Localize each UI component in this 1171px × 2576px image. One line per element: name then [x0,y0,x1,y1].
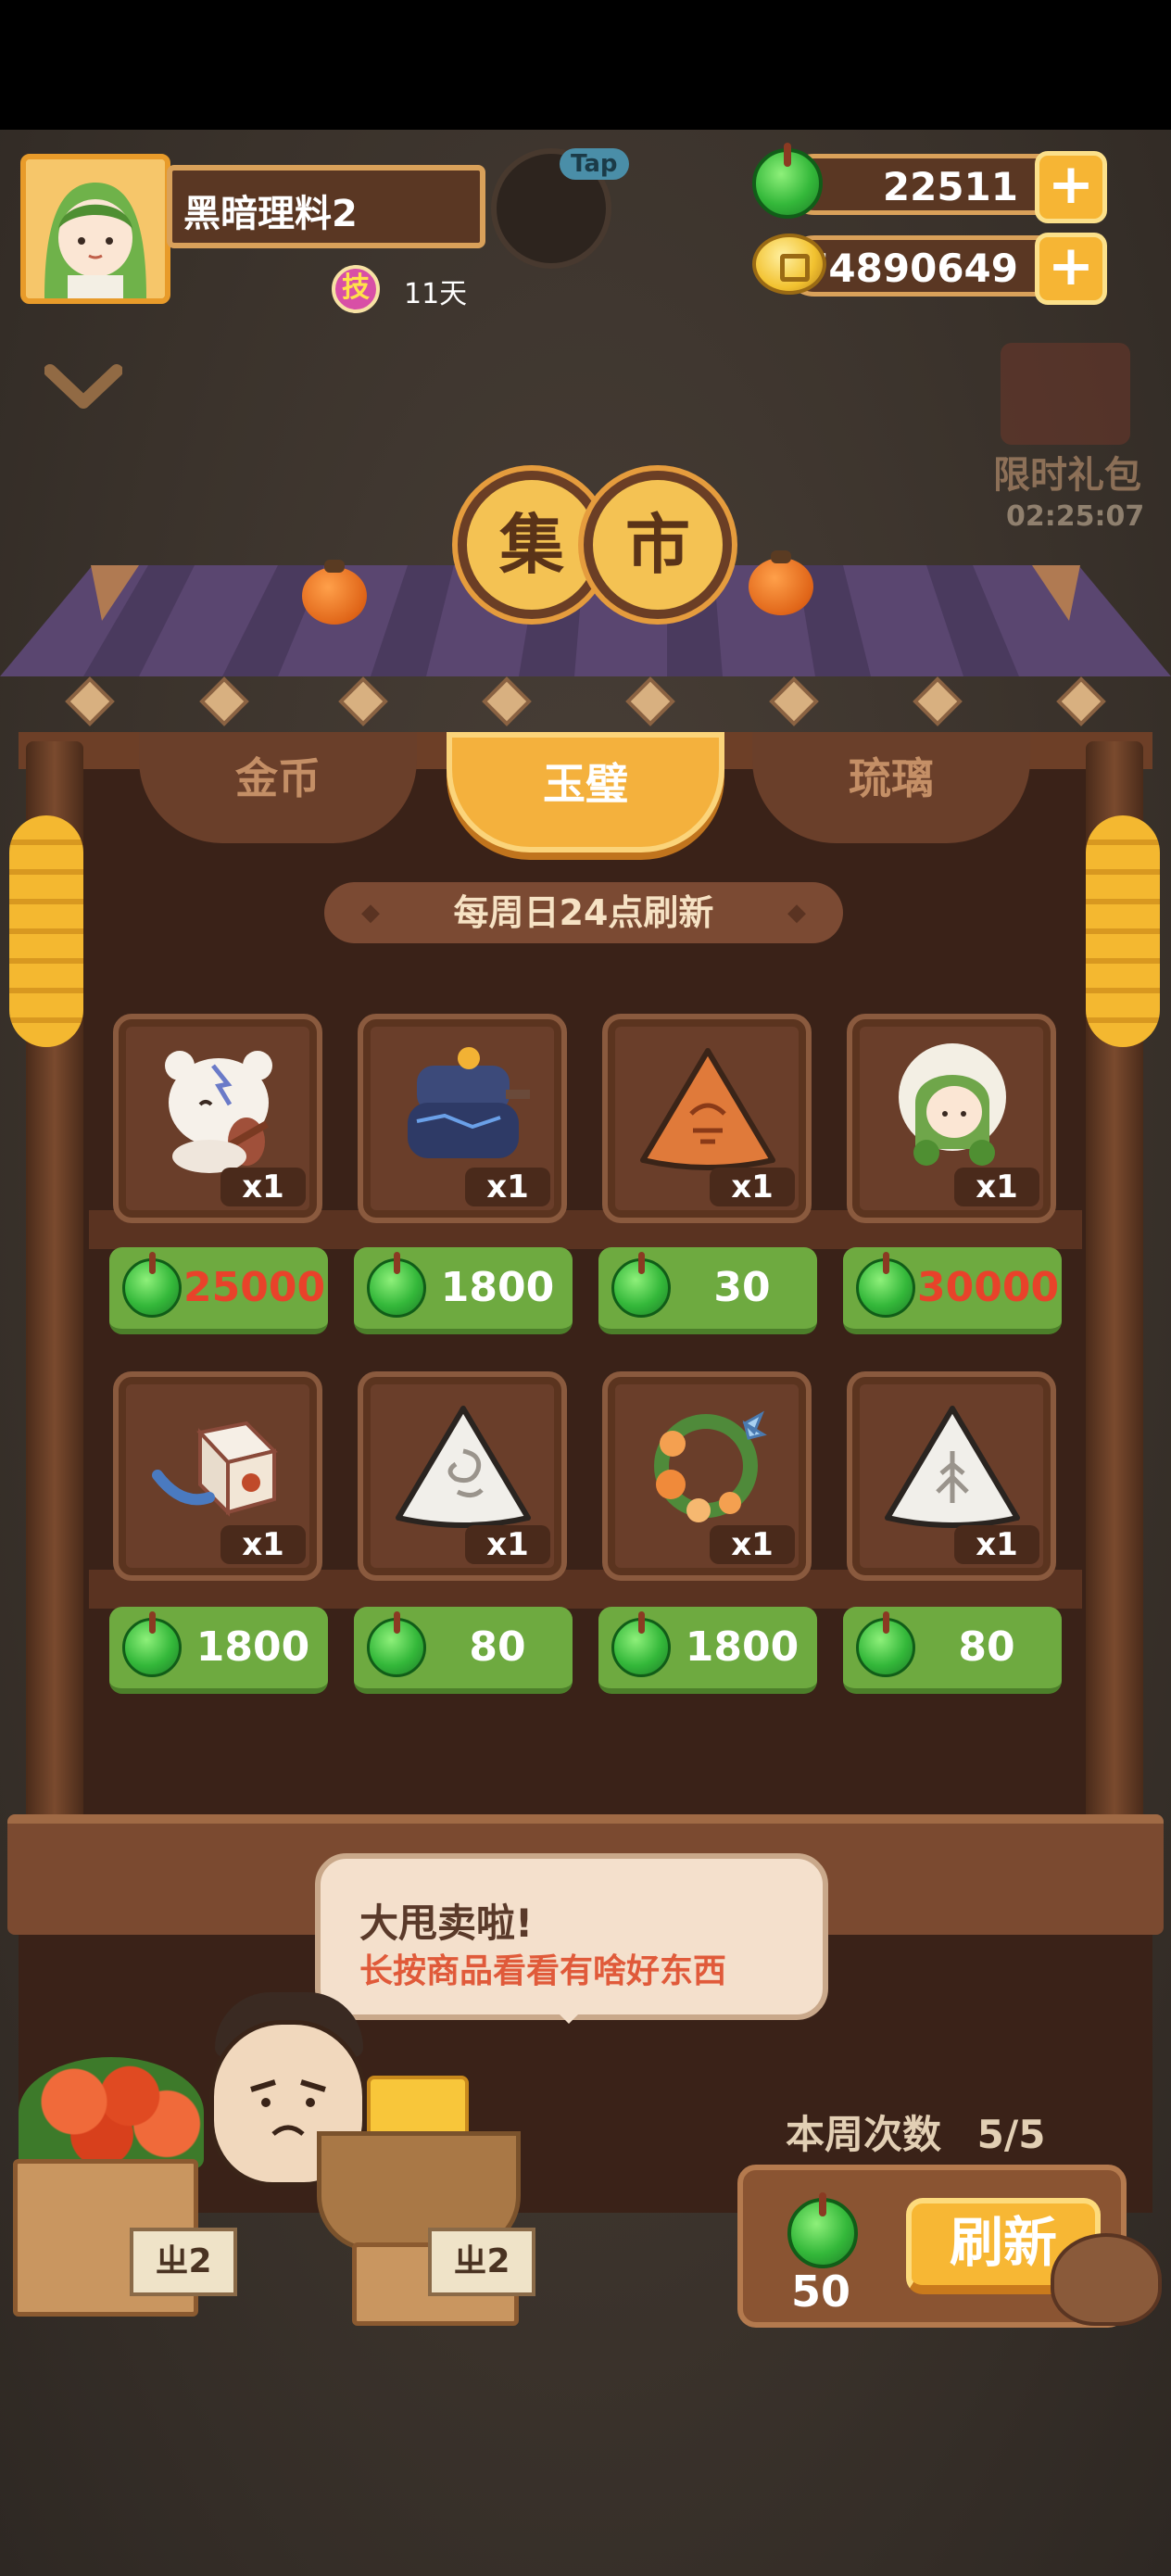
item-price: 80 [958,1623,1015,1671]
jade-icon [752,143,823,219]
jade-icon [367,1611,426,1677]
item-card-wreath[interactable]: x1 [602,1371,812,1581]
dice-toy-icon [152,1421,278,1517]
add-gold-button[interactable]: + [1035,233,1107,305]
gift-timer: 02:25:07 [1006,500,1145,533]
buy-button[interactable]: 1800 [598,1607,817,1694]
jade-currency: 22511 + [784,151,1107,223]
item-price: 30 [713,1264,771,1311]
buy-button[interactable]: 1800 [354,1247,573,1334]
item-price: 30000 [917,1264,1060,1311]
gold-currency: 74890649 + [784,233,1107,305]
item-card-white-riceball-leaf[interactable]: x1 [847,1371,1056,1581]
week-count-value: 5/5 [976,2112,1046,2157]
jade-icon [367,1252,426,1318]
jade-icon [122,1252,182,1318]
item-price: 1800 [195,1623,310,1671]
corn-decoration [1086,815,1160,1047]
item-card-dice[interactable]: x1 [113,1371,322,1581]
buy-button[interactable]: 30000 [843,1247,1062,1334]
player-name: 黑暗理料2 [167,165,485,248]
item-card-white-riceball-swirl[interactable]: x1 [358,1371,567,1581]
price-tag-right: ㄓ2 [428,2228,535,2296]
gold-amount: 74890649 [801,246,1018,291]
item-card-green-girl[interactable]: x1 [847,1014,1056,1223]
persimmon-decoration [302,560,367,625]
jade-amount: 22511 [882,164,1018,209]
mascot-pet-icon[interactable] [1051,2233,1162,2326]
item-qty: x1 [465,1168,550,1206]
persimmon-decoration [749,550,813,615]
weekly-refresh-count: 本周次数 5/5 [786,2103,1045,2160]
buy-button[interactable]: 25000 [109,1247,328,1334]
refresh-cost: 50 [791,2267,851,2317]
chevron-down-icon[interactable] [44,361,122,417]
item-qty: x1 [220,1168,306,1206]
status-bar [0,0,1171,130]
week-label: 本周次数 [786,2112,942,2157]
price-tag-left: ㄓ2 [130,2228,237,2296]
jade-icon [611,1611,671,1677]
item-card-orange-riceball[interactable]: x1 [602,1014,812,1223]
skill-days: 11天 [404,278,468,310]
item-price: 25000 [183,1264,326,1311]
skill-icon[interactable]: 技 [332,265,380,313]
refresh-schedule-note: 每周日24点刷新 [324,882,843,943]
tomato-pile [19,2057,204,2168]
item-qty: x1 [954,1525,1039,1564]
market-title-char-2: 市 [584,471,732,619]
buy-button[interactable]: 1800 [109,1607,328,1694]
jade-icon [122,1611,182,1677]
orange-rice-ball-icon [640,1048,775,1170]
jade-icon [787,2192,858,2268]
item-price: 1800 [685,1623,800,1671]
item-card-bear[interactable]: x1 [113,1014,322,1223]
blue-stone-mill-icon [408,1047,530,1158]
speech-line-2: 长按商品看看有啥好东西 [359,1952,727,1990]
buy-button[interactable]: 30 [598,1247,817,1334]
gold-coin-icon [752,234,826,295]
gift-box-icon[interactable] [1001,343,1130,445]
vendor-speech-bubble: 大甩卖啦! 长按商品看看有啥好东西 [315,1853,828,2024]
item-price: 80 [469,1623,526,1671]
buy-button[interactable]: 80 [843,1607,1062,1694]
item-price: 1800 [440,1264,555,1311]
jade-icon [856,1252,915,1318]
item-card-mill[interactable]: x1 [358,1014,567,1223]
buy-button[interactable]: 80 [354,1607,573,1694]
add-jade-button[interactable]: + [1035,151,1107,223]
tab-jade[interactable]: 玉璧 [447,732,724,852]
flower-wreath-icon [654,1410,767,1522]
tab-gold[interactable]: 金币 [139,732,417,843]
tab-glaze[interactable]: 琉璃 [752,732,1030,843]
item-qty: x1 [954,1168,1039,1206]
green-hair-girl-icon [899,1043,1006,1166]
white-rice-ball-leaf-icon [885,1406,1020,1528]
speech-line-1: 大甩卖啦! [359,1900,534,1946]
item-qty: x1 [710,1525,795,1564]
white-rice-ball-swirl-icon [396,1406,531,1528]
item-qty: x1 [465,1525,550,1564]
jade-icon [611,1252,671,1318]
player-avatar[interactable] [20,154,170,304]
jade-icon [856,1611,915,1677]
item-qty: x1 [710,1168,795,1206]
gift-label: 限时礼包 [993,454,1141,497]
avatar-girl-icon [26,159,165,298]
tap-label: Tap [560,148,629,180]
corn-decoration [9,815,83,1047]
bear-lute-figure-icon [165,1051,272,1173]
item-qty: x1 [220,1525,306,1564]
